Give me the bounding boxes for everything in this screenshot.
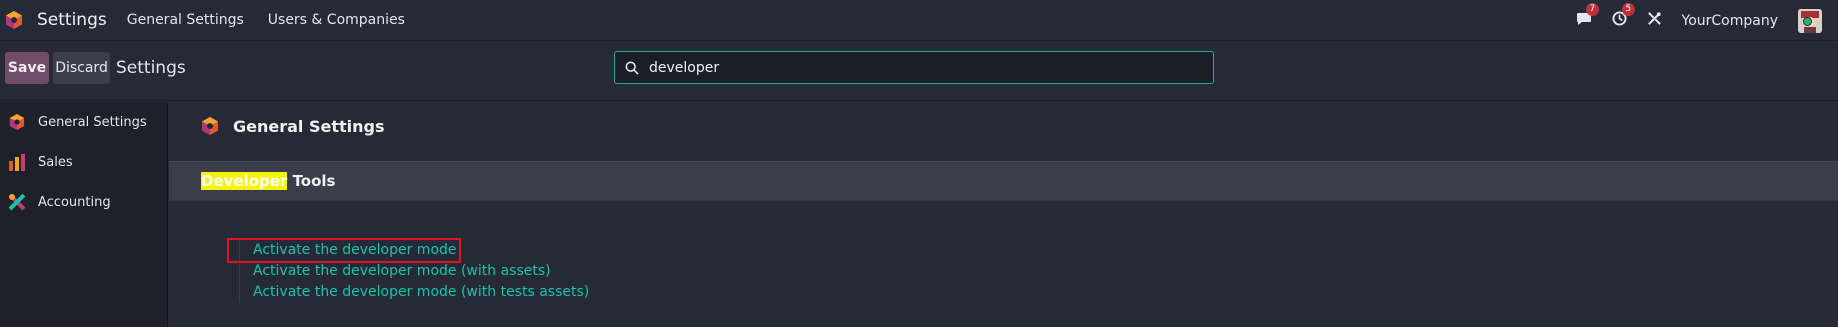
systray: 7 5 YourCompany <box>1576 0 1838 41</box>
menu-general-settings[interactable]: General Settings <box>127 12 244 28</box>
settings-sidebar: General Settings Sales Accounting <box>0 102 168 327</box>
online-status-indicator <box>1803 16 1812 26</box>
activities-button[interactable]: 5 <box>1611 3 1636 30</box>
messages-button[interactable]: 7 <box>1576 3 1600 30</box>
settings-content: General Settings Developer Tools Activat… <box>169 102 1838 327</box>
activate-developer-mode-assets-link[interactable]: Activate the developer mode (with assets… <box>240 261 589 282</box>
sidebar-item-sales[interactable]: Sales <box>0 142 167 182</box>
sidebar-item-label: Sales <box>38 154 73 170</box>
odoo-logo-icon <box>6 111 28 133</box>
search-icon <box>625 61 639 75</box>
odoo-logo-icon <box>201 116 221 136</box>
control-panel: Save Discard Settings <box>0 41 1838 101</box>
discard-button[interactable]: Discard <box>53 52 110 84</box>
search-input[interactable] <box>647 58 1187 77</box>
messages-badge: 7 <box>1585 3 1600 16</box>
top-navbar: Settings General Settings Users & Compan… <box>0 0 1838 41</box>
menu-users-companies[interactable]: Users & Companies <box>268 12 405 28</box>
group-title-rest: Tools <box>287 172 336 190</box>
tools-icon <box>1647 11 1662 30</box>
activate-developer-mode-link[interactable]: Activate the developer mode <box>227 238 461 263</box>
sidebar-item-accounting[interactable]: Accounting <box>0 182 167 222</box>
section-title: General Settings <box>233 116 385 136</box>
user-avatar[interactable] <box>1798 8 1822 33</box>
company-switcher[interactable]: YourCompany <box>1682 13 1779 29</box>
sales-chart-icon <box>6 151 28 173</box>
debug-tools-button[interactable] <box>1647 11 1662 30</box>
search-bar[interactable] <box>614 51 1214 84</box>
developer-tools-group: Developer Tools <box>169 161 1838 201</box>
section-header: General Settings <box>201 116 385 136</box>
search-highlight: Developer <box>201 172 288 190</box>
save-button[interactable]: Save <box>5 52 49 84</box>
sidebar-item-label: General Settings <box>38 114 147 130</box>
group-title: Developer Tools <box>201 172 336 190</box>
page-title: Settings <box>116 58 186 78</box>
activate-developer-mode-tests-assets-link[interactable]: Activate the developer mode (with tests … <box>240 282 589 303</box>
activities-badge: 5 <box>1621 3 1636 16</box>
odoo-logo-icon[interactable] <box>5 9 27 31</box>
accounting-icon <box>6 191 28 213</box>
app-title[interactable]: Settings <box>37 10 107 30</box>
sidebar-item-general-settings[interactable]: General Settings <box>0 102 167 142</box>
sidebar-item-label: Accounting <box>38 194 111 210</box>
developer-links: Activate the developer mode Activate the… <box>227 238 589 303</box>
